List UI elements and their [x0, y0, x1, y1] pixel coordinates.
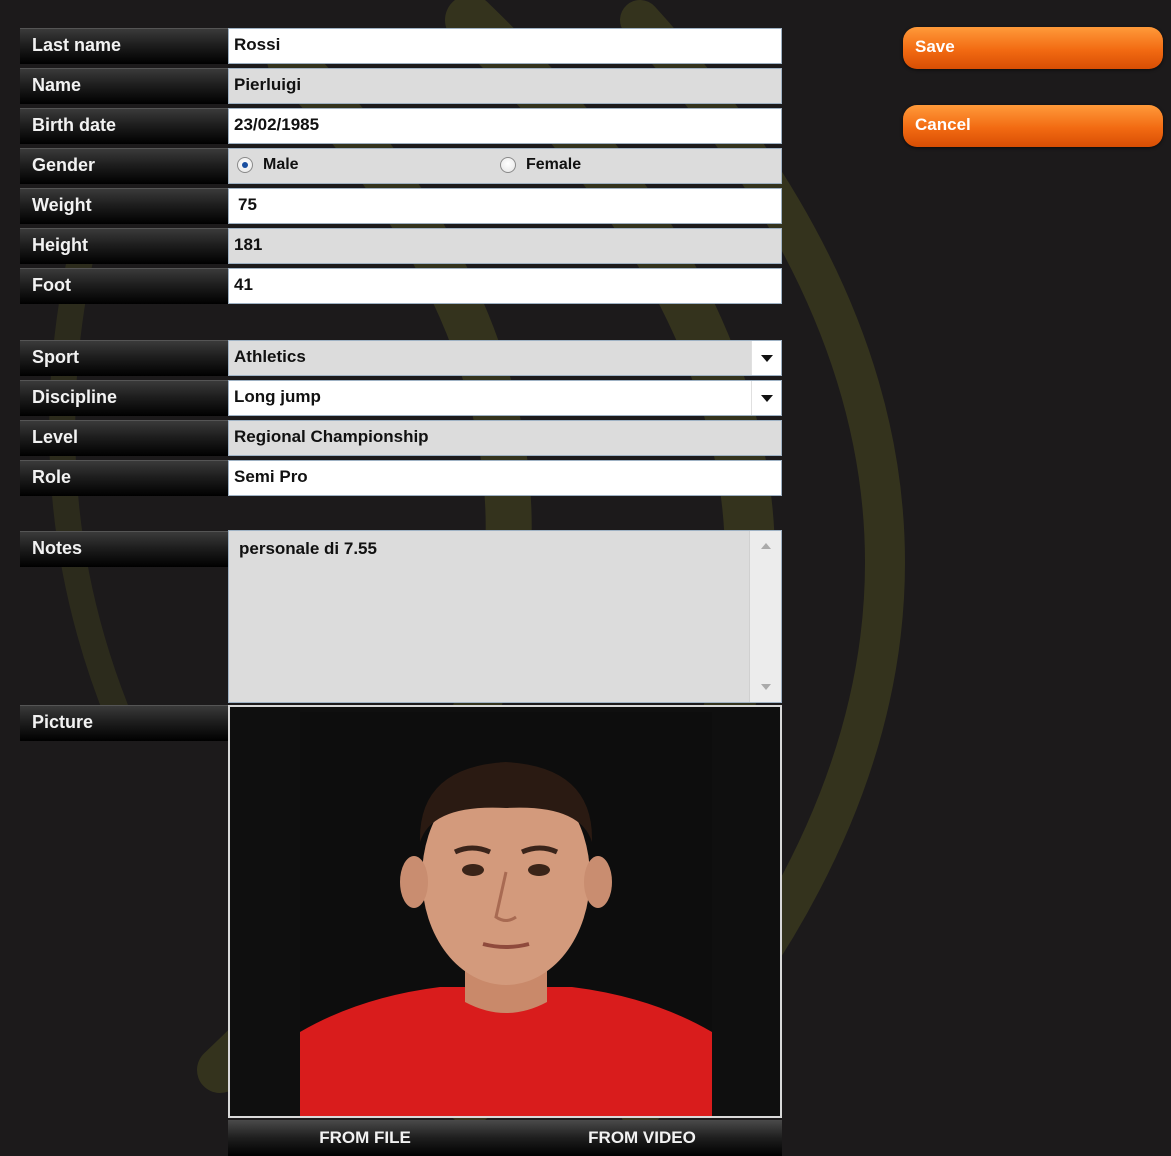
from-video-button[interactable]: FROM VIDEO: [502, 1120, 782, 1156]
gender-female-label: Female: [526, 156, 582, 173]
from-file-button[interactable]: FROM FILE: [228, 1120, 502, 1156]
gender-male-option[interactable]: Male: [237, 156, 299, 174]
role-field[interactable]: Semi Pro: [228, 460, 782, 496]
level-field[interactable]: Regional Championship: [228, 420, 782, 456]
weight-field[interactable]: 75: [228, 188, 782, 224]
level-label: Level: [20, 420, 228, 456]
foot-field[interactable]: 41: [228, 268, 782, 304]
name-field[interactable]: Pierluigi: [228, 68, 782, 104]
gender-female-option[interactable]: Female: [500, 156, 581, 174]
chevron-down-icon[interactable]: [751, 341, 781, 375]
height-field[interactable]: 181: [228, 228, 782, 264]
foot-label: Foot: [20, 268, 228, 304]
gender-field: Male Female: [228, 148, 782, 184]
notes-textarea[interactable]: personale di 7.55: [228, 530, 782, 703]
role-label: Role: [20, 460, 228, 496]
sport-label: Sport: [20, 340, 228, 376]
cancel-button[interactable]: Cancel: [903, 105, 1163, 147]
radio-female[interactable]: [500, 157, 516, 173]
height-label: Height: [20, 228, 228, 264]
weight-label: Weight: [20, 188, 228, 224]
sport-select[interactable]: Athletics: [228, 340, 782, 376]
gender-label: Gender: [20, 148, 228, 184]
notes-text: personale di 7.55: [239, 539, 377, 558]
discipline-select[interactable]: Long jump: [228, 380, 782, 416]
athlete-photo: [300, 712, 712, 1116]
picture-label: Picture: [20, 705, 228, 741]
sport-value: Athletics: [234, 347, 306, 366]
chevron-down-icon[interactable]: [751, 381, 781, 415]
scroll-down-icon[interactable]: [761, 684, 771, 690]
discipline-label: Discipline: [20, 380, 228, 416]
gender-male-label: Male: [263, 156, 299, 173]
birth-date-label: Birth date: [20, 108, 228, 144]
portrait-image: [300, 712, 712, 1116]
last-name-label: Last name: [20, 28, 228, 64]
scroll-up-icon[interactable]: [761, 543, 771, 549]
athlete-form: Last name Rossi Name Pierluigi Birth dat…: [0, 0, 1171, 1156]
notes-scrollbar[interactable]: [749, 531, 781, 702]
save-button[interactable]: Save: [903, 27, 1163, 69]
discipline-value: Long jump: [234, 387, 321, 406]
name-label: Name: [20, 68, 228, 104]
picture-frame: [228, 705, 782, 1118]
birth-date-field[interactable]: 23/02/1985: [228, 108, 782, 144]
radio-male[interactable]: [237, 157, 253, 173]
last-name-field[interactable]: Rossi: [228, 28, 782, 64]
notes-label: Notes: [20, 531, 228, 567]
